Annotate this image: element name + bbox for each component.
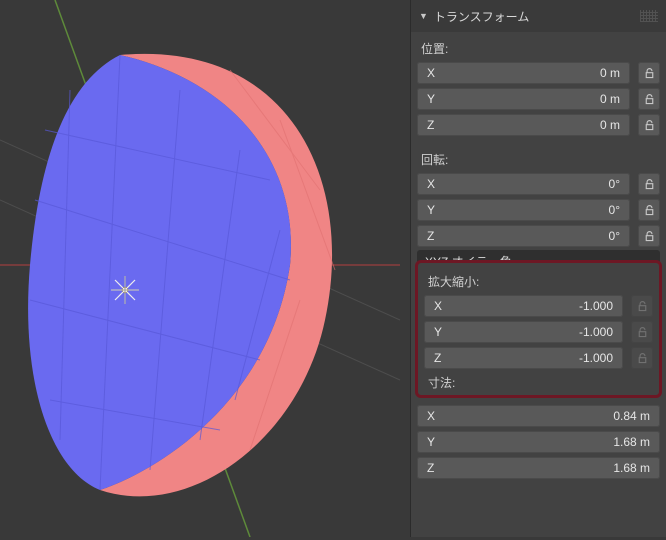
dimensions-z-field[interactable]: Z 1.68 m — [417, 457, 660, 479]
scale-x-field[interactable]: X -1.000 — [424, 295, 623, 317]
rotation-y-field[interactable]: Y 0° — [417, 199, 630, 221]
location-z-lock[interactable] — [638, 114, 660, 136]
rotation-x-field[interactable]: X 0° — [417, 173, 630, 195]
dimensions-label-peek: 寸法: — [428, 374, 653, 391]
transform-panel: ▼ トランスフォーム 位置: X 0 m Y 0 m Z — [410, 0, 666, 537]
location-y-field[interactable]: Y 0 m — [417, 88, 630, 110]
collapse-triangle-icon[interactable]: ▼ — [419, 11, 428, 21]
scale-highlight: 拡大縮小: X -1.000 Y -1.000 Z -1.000 — [415, 260, 662, 398]
location-x-field[interactable]: X 0 m — [417, 62, 630, 84]
panel-header[interactable]: ▼ トランスフォーム — [411, 0, 666, 32]
scale-z-lock[interactable] — [631, 347, 653, 369]
location-x-lock[interactable] — [638, 62, 660, 84]
scale-label: 拡大縮小: — [428, 273, 653, 290]
location-y-lock[interactable] — [638, 88, 660, 110]
scale-x-lock[interactable] — [631, 295, 653, 317]
rotation-label: 回転: — [421, 151, 660, 168]
scale-z-field[interactable]: Z -1.000 — [424, 347, 623, 369]
rotation-z-lock[interactable] — [638, 225, 660, 247]
location-label: 位置: — [421, 40, 660, 57]
rotation-section: 回転: X 0° Y 0° Z 0° — [411, 143, 666, 278]
panel-title: トランスフォーム — [434, 8, 529, 25]
location-z-field[interactable]: Z 0 m — [417, 114, 630, 136]
rotation-z-field[interactable]: Z 0° — [417, 225, 630, 247]
dimensions-section: X 0.84 m Y 1.68 m Z 1.68 m — [411, 404, 666, 480]
location-section: 位置: X 0 m Y 0 m Z 0 m — [411, 32, 666, 143]
rotation-y-lock[interactable] — [638, 199, 660, 221]
dimensions-x-field[interactable]: X 0.84 m — [417, 405, 660, 427]
dimensions-y-field[interactable]: Y 1.68 m — [417, 431, 660, 453]
drag-grip-icon[interactable] — [640, 10, 658, 22]
scale-y-field[interactable]: Y -1.000 — [424, 321, 623, 343]
rotation-x-lock[interactable] — [638, 173, 660, 195]
scale-y-lock[interactable] — [631, 321, 653, 343]
